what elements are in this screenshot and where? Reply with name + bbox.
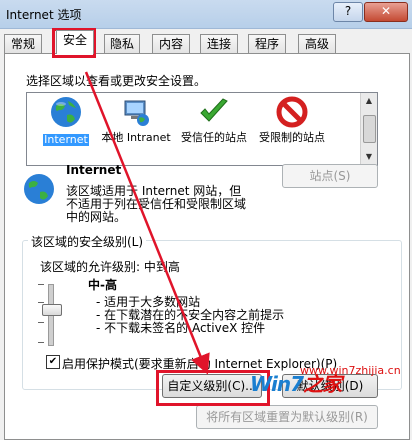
watermark-url: www.win7zhijia.cn [300, 364, 401, 377]
tab-security[interactable]: 安全 [56, 30, 94, 54]
watermark-text: Win7 [250, 372, 304, 396]
